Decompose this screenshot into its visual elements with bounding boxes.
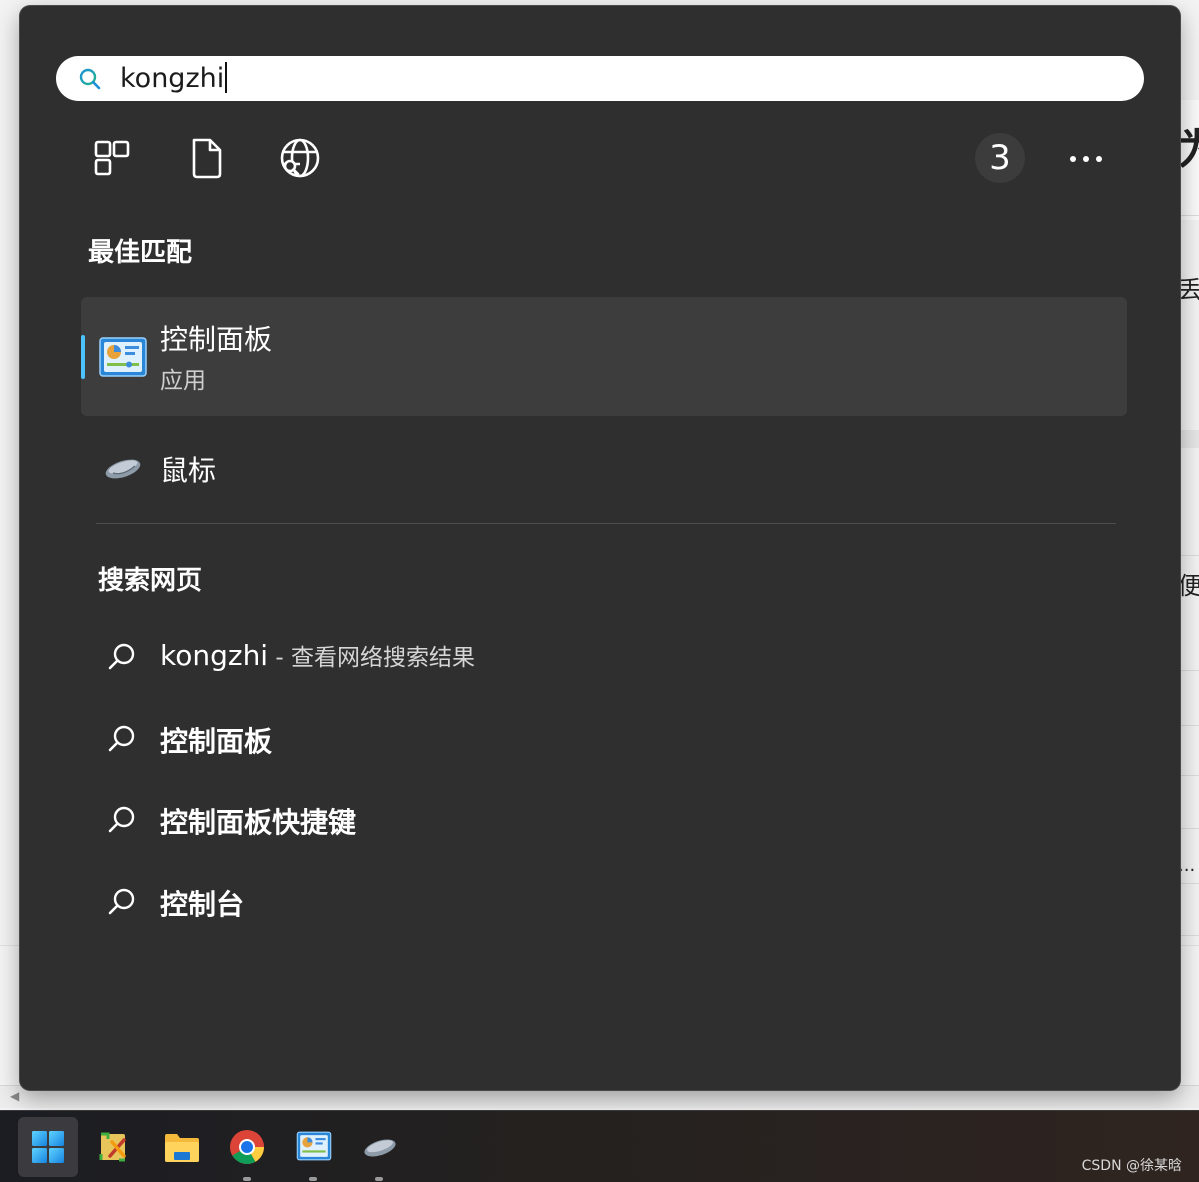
search-icon bbox=[108, 725, 135, 752]
result-item-mouse[interactable]: 鼠标 bbox=[81, 434, 1127, 504]
section-divider bbox=[96, 523, 1116, 524]
search-box[interactable]: kongzhi bbox=[56, 56, 1144, 101]
search-icon bbox=[108, 888, 135, 915]
dot-icon bbox=[1083, 156, 1089, 162]
background-divider bbox=[1180, 215, 1199, 216]
selection-indicator bbox=[81, 335, 85, 379]
dot-icon bbox=[1070, 156, 1076, 162]
web-search-query: 控制面板快捷键 bbox=[160, 806, 357, 839]
scroll-left-icon[interactable]: ◀ bbox=[10, 1089, 19, 1103]
web-icon[interactable] bbox=[278, 136, 324, 180]
web-search-query: kongzhi - 查看网络搜索结果 bbox=[160, 638, 475, 672]
web-search-item[interactable]: 控制台 bbox=[81, 869, 1127, 935]
running-indicator bbox=[243, 1177, 251, 1181]
running-indicator bbox=[309, 1177, 317, 1181]
web-search-query: 控制面板 bbox=[160, 725, 273, 758]
search-icon bbox=[108, 643, 135, 670]
background-divider bbox=[1180, 725, 1199, 726]
web-search-query-text: kongzhi bbox=[160, 639, 269, 672]
taskbar-app-mouse[interactable] bbox=[349, 1117, 409, 1181]
web-search-item[interactable]: 控制面板快捷键 bbox=[81, 787, 1127, 853]
web-search-suffix: - 查看网络搜索结果 bbox=[268, 645, 476, 671]
search-input[interactable]: kongzhi bbox=[120, 56, 227, 101]
taskbar-app-tools[interactable] bbox=[85, 1117, 145, 1177]
background-divider bbox=[1180, 670, 1199, 671]
best-match-heading: 最佳匹配 bbox=[88, 238, 193, 268]
web-search-item[interactable]: 控制面板 bbox=[81, 706, 1127, 772]
documents-icon[interactable] bbox=[186, 136, 226, 180]
taskbar-app-control-panel[interactable] bbox=[283, 1117, 343, 1181]
background-divider bbox=[1180, 775, 1199, 776]
background-text: 便 bbox=[1178, 572, 1199, 600]
background-divider bbox=[1180, 430, 1199, 448]
taskbar-app-file-explorer[interactable] bbox=[151, 1117, 211, 1177]
web-search-item[interactable]: kongzhi - 查看网络搜索结果 bbox=[81, 624, 1127, 690]
best-match-title: 控制面板 bbox=[160, 323, 273, 356]
background-divider bbox=[1180, 935, 1199, 936]
start-icon bbox=[32, 1131, 64, 1163]
background-text: 为 bbox=[1178, 116, 1199, 177]
best-match-item[interactable]: 控制面板 应用 bbox=[81, 297, 1127, 416]
start-search-panel: kongzhi 3 最佳匹配 控制面板 应用 鼠标 搜索网页 kongzhi -… bbox=[20, 6, 1180, 1090]
background-text: 丢 bbox=[1178, 276, 1199, 304]
background-text: ... bbox=[1178, 855, 1196, 876]
mouse-icon bbox=[105, 459, 141, 479]
taskbar: CSDN @徐某晗 bbox=[0, 1110, 1199, 1182]
more-options-button[interactable] bbox=[1066, 146, 1106, 170]
web-search-query: 控制台 bbox=[160, 888, 245, 921]
mouse-icon bbox=[364, 1139, 396, 1157]
background-divider bbox=[1180, 555, 1199, 556]
chrome-icon bbox=[230, 1130, 264, 1164]
taskbar-app-chrome[interactable] bbox=[217, 1117, 277, 1181]
rewards-count-badge[interactable]: 3 bbox=[975, 133, 1025, 183]
running-indicator bbox=[375, 1177, 383, 1181]
search-icon bbox=[79, 68, 101, 90]
search-icon bbox=[108, 806, 135, 833]
dot-icon bbox=[1096, 156, 1102, 162]
background-divider bbox=[1180, 883, 1199, 884]
web-search-heading: 搜索网页 bbox=[98, 566, 203, 596]
tools-icon bbox=[99, 1132, 126, 1162]
result-label: 鼠标 bbox=[160, 454, 217, 487]
best-match-type: 应用 bbox=[160, 368, 206, 394]
start-button[interactable] bbox=[18, 1117, 78, 1177]
control-panel-icon bbox=[99, 337, 147, 377]
watermark: CSDN @徐某晗 bbox=[1081, 1158, 1182, 1174]
file-explorer-icon bbox=[165, 1134, 199, 1162]
control-panel-icon bbox=[296, 1131, 332, 1161]
background-divider bbox=[1180, 828, 1199, 829]
apps-icon[interactable] bbox=[92, 136, 132, 180]
